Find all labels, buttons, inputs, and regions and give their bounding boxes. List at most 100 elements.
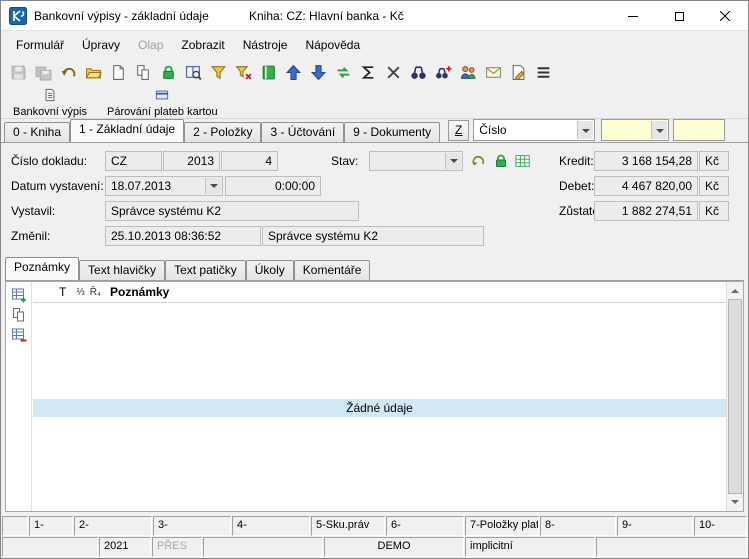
sum-icon[interactable] bbox=[356, 60, 380, 84]
scroll-down-icon[interactable] bbox=[727, 494, 743, 511]
grid-header-title[interactable]: Poznámky bbox=[110, 285, 169, 299]
detail-tab-bar: Poznámky Text hlavičky Text patičky Úkol… bbox=[5, 259, 744, 281]
notes-book-icon[interactable] bbox=[256, 60, 280, 84]
find-icon[interactable] bbox=[406, 60, 430, 84]
chevron-down-icon[interactable] bbox=[577, 121, 593, 139]
tab-ukoly[interactable]: Úkoly bbox=[246, 260, 294, 280]
menu-upravy[interactable]: Úpravy bbox=[73, 34, 129, 56]
status-bar-info: 2021 PŘES DEMO implicitní bbox=[1, 537, 748, 557]
menu-icon[interactable] bbox=[531, 60, 555, 84]
add-record-icon[interactable] bbox=[10, 286, 28, 303]
mail-icon[interactable] bbox=[481, 60, 505, 84]
issue-date-value: 18.07.2013 bbox=[111, 179, 171, 193]
tab-kniha[interactable]: 0 - Kniha bbox=[4, 122, 70, 142]
card-payment-pairing-label: Párování plateb kartou bbox=[107, 106, 218, 118]
changed-timestamp-field: 25.10.2013 08:36:52 bbox=[105, 226, 261, 246]
save-all-icon[interactable] bbox=[31, 60, 55, 84]
revert-icon[interactable] bbox=[469, 152, 487, 170]
new-document-icon[interactable] bbox=[106, 60, 130, 84]
status-pres: PŘES bbox=[152, 537, 202, 557]
tab-dokumenty[interactable]: 9 - Dokumenty bbox=[344, 122, 440, 142]
chevron-down-icon[interactable] bbox=[445, 153, 461, 169]
record-lock-icon[interactable] bbox=[492, 152, 510, 170]
grid-header-type-column[interactable]: T bbox=[59, 285, 66, 299]
state-combo[interactable] bbox=[369, 151, 463, 171]
document-form: Číslo dokladu: CZ 2013 4 Stav: Kredit: 3… bbox=[1, 143, 748, 257]
book-code-field[interactable]: CZ bbox=[105, 151, 162, 171]
status-cell-7: 7-Položky plateb bbox=[465, 516, 539, 536]
menu-zobrazit[interactable]: Zobrazit bbox=[172, 34, 233, 56]
page-tab-bar: 0 - Kniha 1 - Základní údaje 2 - Položky… bbox=[1, 120, 748, 143]
status-cell-5: 5-Sku.práv bbox=[311, 516, 385, 536]
chevron-down-icon[interactable] bbox=[205, 178, 221, 194]
locale-sort-mark-icon: Ř₄ bbox=[90, 287, 101, 298]
chevron-down-icon[interactable] bbox=[651, 121, 667, 139]
status-cell-1: 1- bbox=[29, 516, 73, 536]
menu-formular[interactable]: Formulář bbox=[7, 34, 73, 56]
changed-by-label: Změnil: bbox=[11, 229, 50, 243]
bank-statement-icon bbox=[43, 88, 57, 105]
vertical-scrollbar[interactable] bbox=[726, 282, 743, 511]
status-year: 2021 bbox=[99, 537, 151, 557]
tab-zakladni-udaje[interactable]: 1 - Základní údaje bbox=[70, 119, 184, 142]
credit-currency: Kč bbox=[699, 151, 729, 171]
status-info-cell bbox=[2, 537, 98, 557]
scrollbar-thumb[interactable] bbox=[728, 299, 742, 494]
clear-filter-icon[interactable] bbox=[231, 60, 255, 84]
tab-polozky[interactable]: 2 - Položky bbox=[184, 122, 261, 142]
copy-record-icon[interactable] bbox=[10, 306, 28, 323]
sort-mark-icon: ⅓ bbox=[76, 287, 84, 298]
bank-statement-button[interactable]: Bankovní výpis bbox=[6, 87, 94, 118]
cut-icon[interactable] bbox=[381, 60, 405, 84]
delete-record-icon[interactable] bbox=[10, 326, 28, 343]
log-icon[interactable] bbox=[506, 60, 530, 84]
open-icon[interactable] bbox=[81, 60, 105, 84]
main-toolbar bbox=[1, 57, 748, 87]
app-window: Bankovní výpisy - základní údaje Kniha: … bbox=[0, 0, 749, 559]
tab-komentare[interactable]: Komentáře bbox=[294, 260, 371, 280]
scroll-up-icon[interactable] bbox=[727, 282, 743, 299]
empty-data-row[interactable]: Žádné údaje bbox=[33, 399, 726, 417]
arrow-down-icon[interactable] bbox=[306, 60, 330, 84]
z-button[interactable]: Z bbox=[448, 120, 469, 141]
maximize-button[interactable] bbox=[656, 1, 702, 31]
quick-filter-input[interactable] bbox=[673, 119, 725, 141]
save-icon[interactable] bbox=[6, 60, 30, 84]
lock-icon[interactable] bbox=[156, 60, 180, 84]
refresh-icon[interactable] bbox=[331, 60, 355, 84]
grid-header: T ⅓ Ř₄ Poznámky bbox=[33, 282, 726, 303]
close-button[interactable] bbox=[702, 1, 748, 31]
tab-poznamky[interactable]: Poznámky bbox=[5, 257, 79, 280]
quick-filter-combo[interactable] bbox=[601, 119, 669, 141]
minimize-button[interactable] bbox=[610, 1, 656, 31]
find-next-icon[interactable] bbox=[431, 60, 455, 84]
posting-table-icon[interactable] bbox=[514, 152, 532, 170]
tab-text-hlavicky[interactable]: Text hlavičky bbox=[79, 260, 165, 280]
sort-field-combo[interactable]: Číslo bbox=[473, 119, 595, 141]
status-cell-3: 3- bbox=[153, 516, 231, 536]
year-field[interactable]: 2013 bbox=[163, 151, 220, 171]
status-demo: DEMO bbox=[324, 537, 464, 557]
tab-text-paticky[interactable]: Text patičky bbox=[165, 260, 246, 280]
card-payment-pairing-icon bbox=[155, 88, 169, 105]
filter-icon[interactable] bbox=[206, 60, 230, 84]
issue-date-combo[interactable]: 18.07.2013 bbox=[105, 176, 223, 196]
menu-nastroje[interactable]: Nástroje bbox=[234, 34, 297, 56]
menu-bar: Formulář Úpravy Olap Zobrazit Nástroje N… bbox=[1, 32, 748, 57]
status-bar-panels: 1- 2- 3- 4- 5-Sku.práv 6- 7-Položky plat… bbox=[1, 516, 748, 536]
status-cell-8: 8- bbox=[540, 516, 616, 536]
undo-icon[interactable] bbox=[56, 60, 80, 84]
issue-time-field[interactable]: 0:00:00 bbox=[225, 176, 321, 196]
action-bar: Bankovní výpis Párování plateb kartou bbox=[1, 87, 748, 119]
arrow-up-icon[interactable] bbox=[281, 60, 305, 84]
tab-uctovani[interactable]: 3 - Účtování bbox=[261, 122, 344, 142]
copy-icon[interactable] bbox=[131, 60, 155, 84]
card-payment-pairing-button[interactable]: Párování plateb kartou bbox=[100, 87, 225, 118]
menu-napoveda[interactable]: Nápověda bbox=[296, 34, 369, 56]
issue-date-label: Datum vystavení: bbox=[11, 179, 104, 193]
browse-book-icon[interactable] bbox=[181, 60, 205, 84]
contacts-icon[interactable] bbox=[456, 60, 480, 84]
balance-currency: Kč bbox=[699, 201, 729, 221]
window-controls bbox=[610, 1, 748, 31]
document-number-field[interactable]: 4 bbox=[221, 151, 278, 171]
